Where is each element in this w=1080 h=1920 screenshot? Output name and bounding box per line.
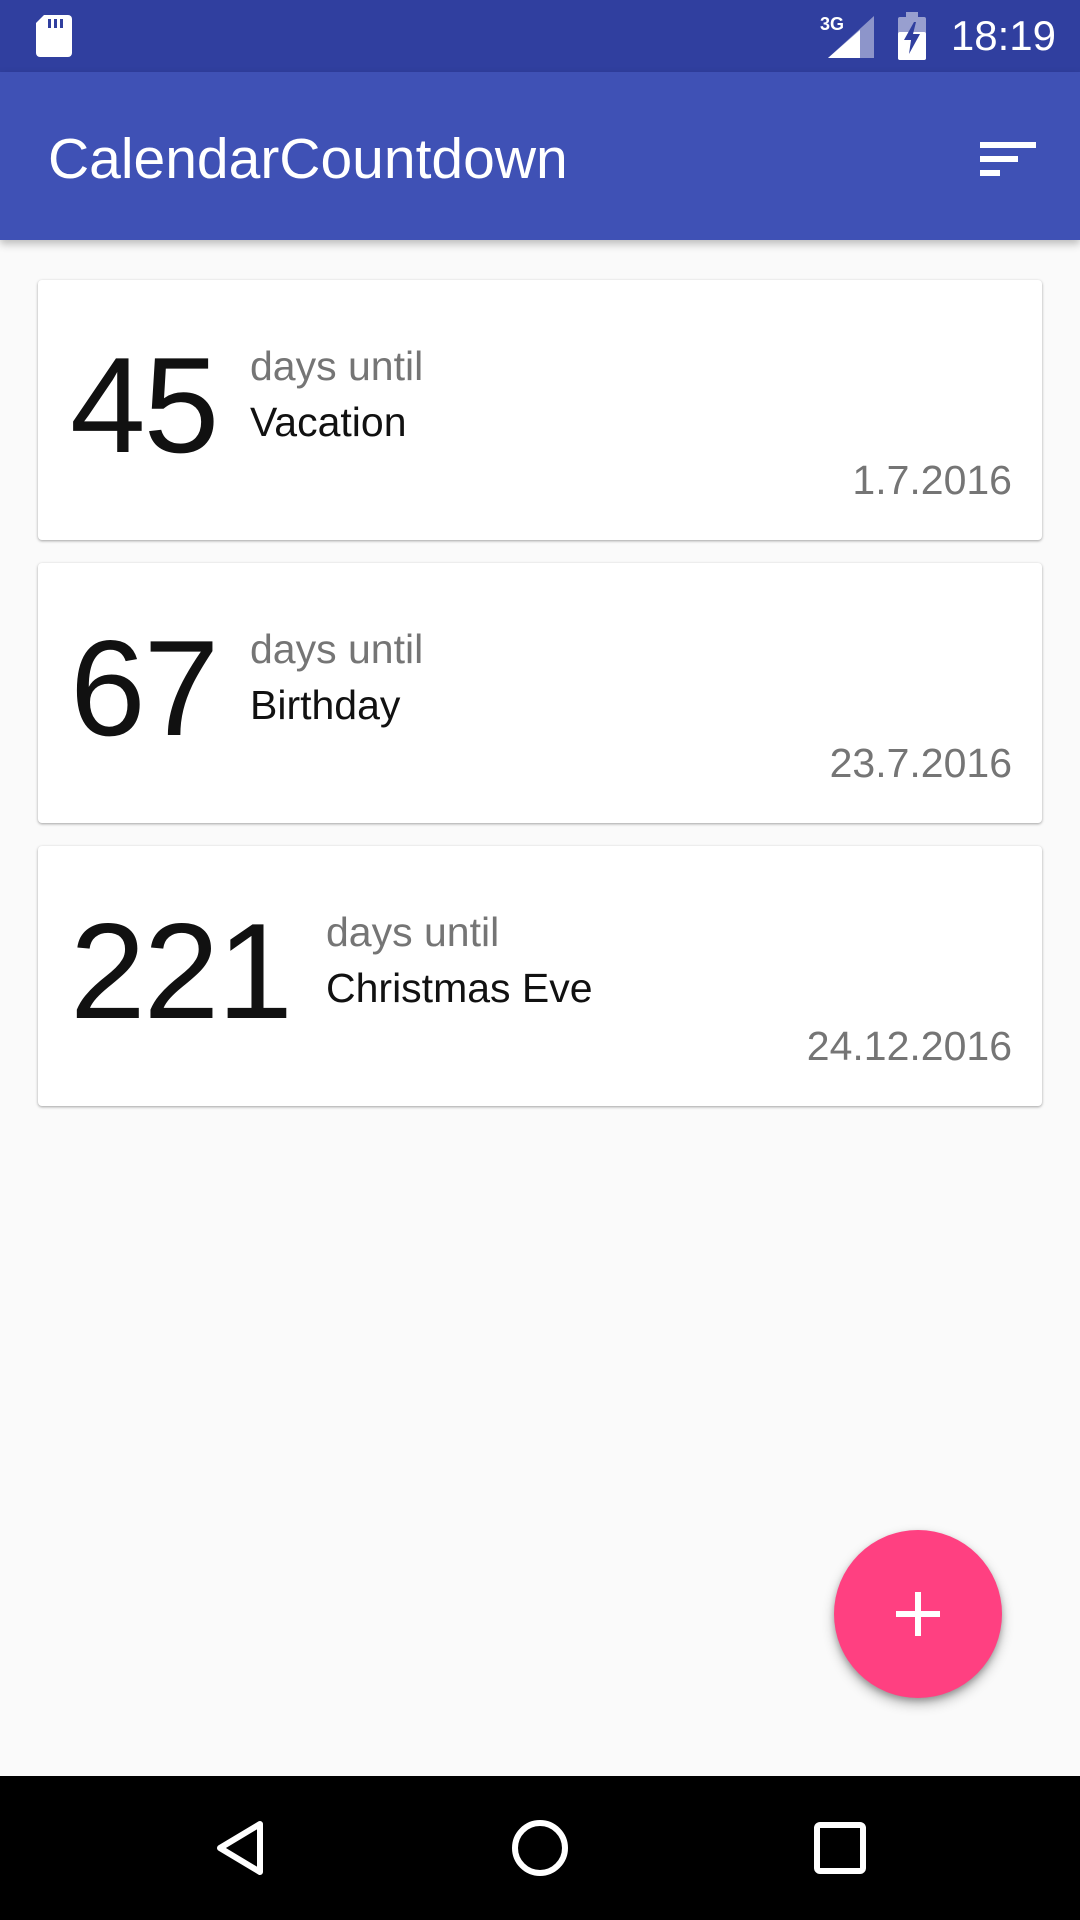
add-event-button[interactable] — [834, 1530, 1002, 1698]
days-count: 67 — [70, 612, 219, 764]
event-date: 1.7.2016 — [852, 457, 1012, 503]
recents-button[interactable] — [780, 1798, 900, 1898]
status-clock: 18:19 — [950, 12, 1056, 59]
event-card-birthday[interactable]: 67 days until Birthday 23.7.2016 — [38, 563, 1042, 823]
days-until-label: days until — [326, 909, 500, 955]
days-until-label: days until — [250, 343, 424, 389]
signal-icon: 3G — [818, 12, 876, 58]
event-name: Birthday — [250, 682, 401, 728]
app-title: CalendarCountdown — [48, 127, 568, 191]
screen: 3G 18:19 CalendarCountdown 45 days until… — [0, 0, 1080, 1920]
back-button[interactable] — [180, 1798, 300, 1898]
sort-button[interactable] — [960, 126, 1056, 192]
days-count: 221 — [70, 895, 293, 1047]
event-name: Christmas Eve — [326, 965, 593, 1011]
navigation-bar — [0, 1776, 1080, 1920]
event-card-vacation[interactable]: 45 days until Vacation 1.7.2016 — [38, 280, 1042, 540]
event-name: Vacation — [250, 399, 407, 445]
event-date: 23.7.2016 — [829, 740, 1012, 786]
app-bar: CalendarCountdown — [0, 72, 1080, 240]
home-button[interactable] — [480, 1798, 600, 1898]
event-date: 24.12.2016 — [806, 1023, 1012, 1069]
battery-charging-icon — [896, 12, 928, 60]
network-type-label: 3G — [820, 14, 844, 34]
event-card-christmas-eve[interactable]: 221 days until Christmas Eve 24.12.2016 — [38, 846, 1042, 1106]
days-until-label: days until — [250, 626, 424, 672]
days-count: 45 — [70, 329, 219, 481]
status-bar: 3G 18:19 — [0, 0, 1080, 72]
sd-card-icon — [36, 15, 72, 57]
